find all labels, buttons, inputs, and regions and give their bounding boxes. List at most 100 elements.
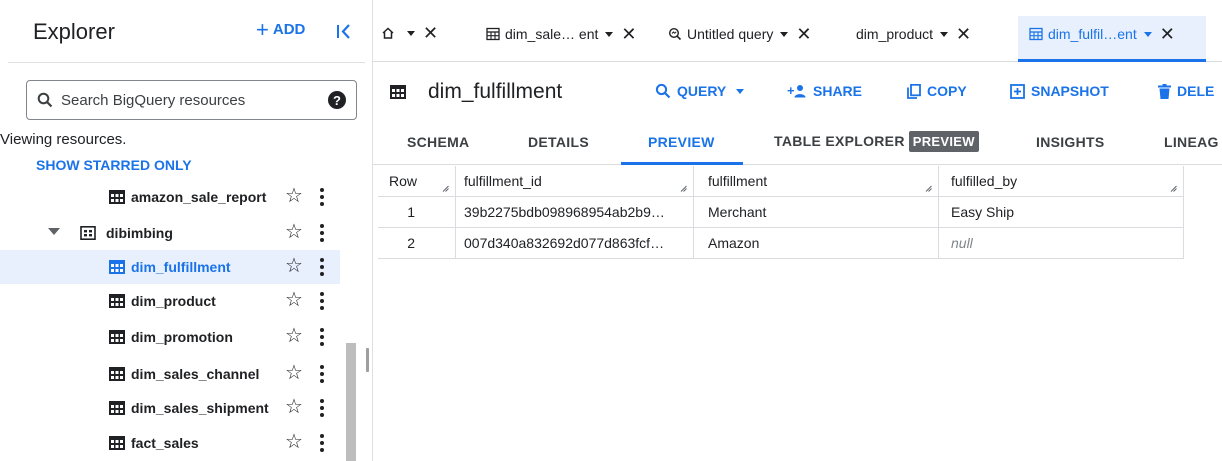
- table-icon: [1029, 27, 1043, 41]
- add-button[interactable]: + ADD: [256, 16, 306, 42]
- tree-item-dim-fulfillment[interactable]: dim_fulfillment ☆: [0, 250, 340, 284]
- chevron-down-icon[interactable]: [940, 31, 949, 37]
- explorer-scrollbar[interactable]: [346, 343, 356, 461]
- star-icon[interactable]: ☆: [285, 326, 303, 346]
- share-button[interactable]: + SHARE: [787, 83, 862, 99]
- show-starred-only-link[interactable]: SHOW STARRED ONLY: [36, 157, 192, 173]
- collapse-panel-icon[interactable]: [330, 17, 356, 45]
- table-row: 1 39b2275bdb098968954ab2b9… Merchant Eas…: [378, 197, 1184, 228]
- close-icon[interactable]: ✕: [796, 25, 811, 43]
- resize-grip-icon[interactable]: [1170, 185, 1177, 192]
- more-options-icon[interactable]: [320, 292, 324, 310]
- tree-item-dibimbing[interactable]: dibimbing ☆: [0, 216, 340, 250]
- star-icon[interactable]: ☆: [285, 290, 303, 310]
- plus-icon: +: [256, 16, 269, 42]
- table-icon: [109, 367, 125, 381]
- tree-item-label: dim_fulfillment: [131, 259, 231, 275]
- tab-dim-sales-shipment[interactable]: dim_sale… ent ✕: [486, 25, 636, 43]
- tab-dim-fulfillment[interactable]: dim_fulfil…ent ✕: [1029, 25, 1175, 43]
- column-header[interactable]: fulfilled_by: [939, 166, 1184, 196]
- tree-item-dim-sales-channel[interactable]: dim_sales_channel ☆: [0, 357, 340, 391]
- search-icon: [37, 92, 53, 108]
- more-options-icon[interactable]: [320, 258, 324, 276]
- query-label: QUERY: [677, 83, 727, 99]
- tree-item-amazon-sale-report[interactable]: amazon_sale_report ☆: [0, 180, 340, 214]
- more-options-icon[interactable]: [320, 328, 324, 346]
- tab-schema[interactable]: SCHEMA: [407, 134, 469, 150]
- dataset-icon: [80, 226, 96, 240]
- search-input[interactable]: [61, 91, 321, 109]
- panel-resize-handle[interactable]: [366, 348, 369, 372]
- delete-icon: [1158, 83, 1171, 99]
- close-icon[interactable]: ✕: [956, 25, 971, 43]
- more-options-icon[interactable]: [320, 188, 324, 206]
- column-header[interactable]: Row: [378, 166, 456, 196]
- chevron-down-icon[interactable]: [605, 31, 614, 37]
- cell-fulfillment[interactable]: Merchant: [694, 197, 939, 227]
- star-icon[interactable]: ☆: [285, 397, 303, 417]
- cell-fulfillment[interactable]: Amazon: [694, 228, 939, 258]
- query-button[interactable]: QUERY: [655, 83, 745, 99]
- chevron-down-icon[interactable]: [1143, 31, 1152, 37]
- column-header[interactable]: fulfillment_id: [456, 166, 694, 196]
- tab-home[interactable]: ✕: [381, 24, 438, 42]
- table-row: 2 007d340a832692d077d863fcf… Amazon null: [378, 228, 1184, 259]
- table-icon: [390, 85, 406, 99]
- resize-grip-icon[interactable]: [442, 185, 449, 192]
- home-icon: [382, 27, 394, 39]
- divider: [8, 62, 365, 63]
- tree-item-dim-product[interactable]: dim_product ☆: [0, 284, 340, 318]
- tree-item-fact-sales[interactable]: fact_sales ☆: [0, 426, 340, 460]
- copy-icon: [907, 83, 921, 99]
- tab-dim-product[interactable]: dim_product ✕: [856, 25, 971, 43]
- tree-item-dim-sales-shipment[interactable]: dim_sales_shipment ☆: [0, 391, 340, 425]
- tree-item-label: dim_sales_channel: [131, 366, 260, 382]
- resize-grip-icon[interactable]: [925, 185, 932, 192]
- explorer-header: Explorer + ADD: [0, 0, 365, 62]
- more-options-icon[interactable]: [320, 399, 324, 417]
- chevron-down-icon: [736, 88, 745, 94]
- snapshot-button[interactable]: SNAPSHOT: [1010, 83, 1109, 99]
- tree-item-label: dim_product: [131, 293, 216, 309]
- tab-preview[interactable]: PREVIEW: [648, 134, 715, 150]
- close-icon[interactable]: ✕: [621, 25, 636, 43]
- tree-item-label: amazon_sale_report: [131, 189, 267, 205]
- delete-label: DELE: [1177, 83, 1215, 99]
- tab-insights[interactable]: INSIGHTS: [1036, 134, 1105, 150]
- preview-badge: PREVIEW: [908, 131, 979, 152]
- star-icon[interactable]: ☆: [285, 432, 303, 452]
- tree-item-dim-promotion[interactable]: dim_promotion ☆: [0, 320, 340, 354]
- delete-button[interactable]: DELE: [1158, 83, 1214, 99]
- resize-grip-icon[interactable]: [680, 185, 687, 192]
- editor-tab-bar: ✕ dim_sale… ent ✕ Untitled query ✕ dim_p…: [373, 0, 1222, 62]
- add-label: ADD: [272, 21, 306, 38]
- tab-untitled-query[interactable]: Untitled query ✕: [668, 25, 811, 43]
- chevron-down-icon[interactable]: [407, 30, 415, 36]
- table-icon: [109, 190, 125, 204]
- tree-item-label: dibimbing: [106, 225, 173, 241]
- tab-details[interactable]: DETAILS: [528, 134, 589, 150]
- star-icon[interactable]: ☆: [285, 222, 303, 242]
- star-icon[interactable]: ☆: [285, 186, 303, 206]
- cell-fulfillment-id[interactable]: 007d340a832692d077d863fcf…: [456, 228, 694, 258]
- close-icon[interactable]: ✕: [423, 24, 438, 42]
- collapse-caret-icon[interactable]: [48, 228, 60, 235]
- star-icon[interactable]: ☆: [285, 256, 303, 276]
- tab-label: dim_fulfil…ent: [1048, 26, 1137, 42]
- more-options-icon[interactable]: [320, 434, 324, 452]
- chevron-down-icon[interactable]: [780, 31, 789, 37]
- tab-lineage[interactable]: LINEAG: [1164, 134, 1219, 150]
- copy-button[interactable]: COPY: [907, 83, 967, 99]
- explorer-panel: Explorer + ADD ? Viewing resources. SHOW…: [0, 0, 365, 461]
- more-options-icon[interactable]: [320, 365, 324, 383]
- help-icon[interactable]: ?: [328, 91, 346, 109]
- close-icon[interactable]: ✕: [1160, 25, 1175, 43]
- column-header[interactable]: fulfillment: [694, 166, 939, 196]
- tab-table-explorer[interactable]: TABLE EXPLORER PREVIEW: [774, 131, 979, 152]
- cell-fulfilled-by[interactable]: null: [939, 228, 1184, 258]
- cell-fulfillment-id[interactable]: 39b2275bdb098968954ab2b9…: [456, 197, 694, 227]
- search-field[interactable]: ?: [26, 80, 357, 120]
- star-icon[interactable]: ☆: [285, 363, 303, 383]
- cell-fulfilled-by[interactable]: Easy Ship: [939, 197, 1184, 227]
- more-options-icon[interactable]: [320, 224, 324, 242]
